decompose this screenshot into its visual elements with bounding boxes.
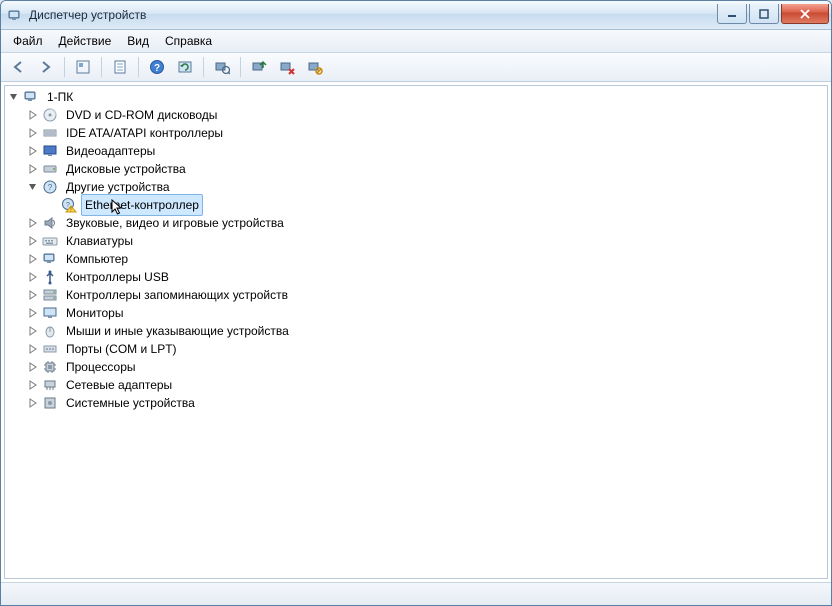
cpu-icon (42, 359, 58, 375)
system-icon (42, 395, 58, 411)
tree-toggle-none (45, 198, 59, 212)
storage-icon (42, 287, 58, 303)
update-driver-button[interactable] (246, 54, 272, 80)
tree-item[interactable]: Контроллеры запоминающих устройств (7, 286, 827, 304)
menu-view[interactable]: Вид (119, 32, 157, 50)
tree-collapse-icon[interactable] (7, 90, 21, 104)
back-button[interactable] (5, 54, 31, 80)
tree-expand-icon[interactable] (26, 306, 40, 320)
device-manager-window: Диспетчер устройств Файл Действие Вид Сп… (0, 0, 832, 606)
tree-expand-icon[interactable] (26, 108, 40, 122)
tree-expand-icon[interactable] (26, 324, 40, 338)
tree-expand-icon[interactable] (26, 234, 40, 248)
help-button[interactable]: ? (144, 54, 170, 80)
titlebar[interactable]: Диспетчер устройств (1, 1, 831, 30)
tree-expand-icon[interactable] (26, 378, 40, 392)
usb-icon (42, 269, 58, 285)
window-title: Диспетчер устройств (29, 8, 146, 22)
computer-icon (42, 251, 58, 267)
disable-button[interactable] (302, 54, 328, 80)
close-button[interactable] (781, 4, 829, 24)
menubar: Файл Действие Вид Справка (1, 30, 831, 53)
svg-text:?: ? (154, 63, 160, 74)
menu-file[interactable]: Файл (5, 32, 51, 50)
window-controls (717, 5, 829, 25)
app-icon (7, 7, 23, 23)
content-area: 1-ПКDVD и CD-ROM дисководыIDE ATA/ATAPI … (1, 82, 831, 605)
device-tree[interactable]: 1-ПКDVD и CD-ROM дисководыIDE ATA/ATAPI … (4, 85, 828, 579)
tree-item[interactable]: Системные устройства (7, 394, 827, 412)
forward-button[interactable] (33, 54, 59, 80)
monitor-icon (42, 305, 58, 321)
tree-expand-icon[interactable] (26, 270, 40, 284)
tree-expand-icon[interactable] (26, 252, 40, 266)
maximize-button[interactable] (749, 4, 779, 24)
minimize-button[interactable] (717, 4, 747, 24)
toolbar: ? (1, 53, 831, 82)
uninstall-button[interactable] (274, 54, 300, 80)
toolbar-separator (203, 57, 204, 77)
tree-collapse-icon[interactable] (26, 180, 40, 194)
tree-expand-icon[interactable] (26, 288, 40, 302)
properties-button[interactable] (107, 54, 133, 80)
disk-icon (42, 161, 58, 177)
statusbar (1, 582, 831, 605)
tree-expand-icon[interactable] (26, 126, 40, 140)
tree-expand-icon[interactable] (26, 360, 40, 374)
svg-text:?: ? (48, 183, 53, 192)
sound-icon (42, 215, 58, 231)
toolbar-separator (101, 57, 102, 77)
toolbar-separator (138, 57, 139, 77)
display-icon (42, 143, 58, 159)
tree-item-label: Системные устройства (62, 392, 199, 414)
mouse-icon (42, 323, 58, 339)
ide-icon (42, 125, 58, 141)
tree-expand-icon[interactable] (26, 396, 40, 410)
tree-expand-icon[interactable] (26, 144, 40, 158)
computer-icon (23, 89, 39, 105)
tree-expand-icon[interactable] (26, 162, 40, 176)
ports-icon (42, 341, 58, 357)
refresh-button[interactable] (172, 54, 198, 80)
tree-expand-icon[interactable] (26, 342, 40, 356)
cdrom-icon (42, 107, 58, 123)
toolbar-separator (64, 57, 65, 77)
other-icon: ? (42, 179, 58, 195)
scan-hardware-button[interactable] (209, 54, 235, 80)
menu-action[interactable]: Действие (51, 32, 120, 50)
show-hidden-button[interactable] (70, 54, 96, 80)
network-icon (42, 377, 58, 393)
menu-help[interactable]: Справка (157, 32, 220, 50)
tree-expand-icon[interactable] (26, 216, 40, 230)
toolbar-separator (240, 57, 241, 77)
unknown-warn-icon: ?! (61, 197, 77, 213)
keyboard-icon (42, 233, 58, 249)
